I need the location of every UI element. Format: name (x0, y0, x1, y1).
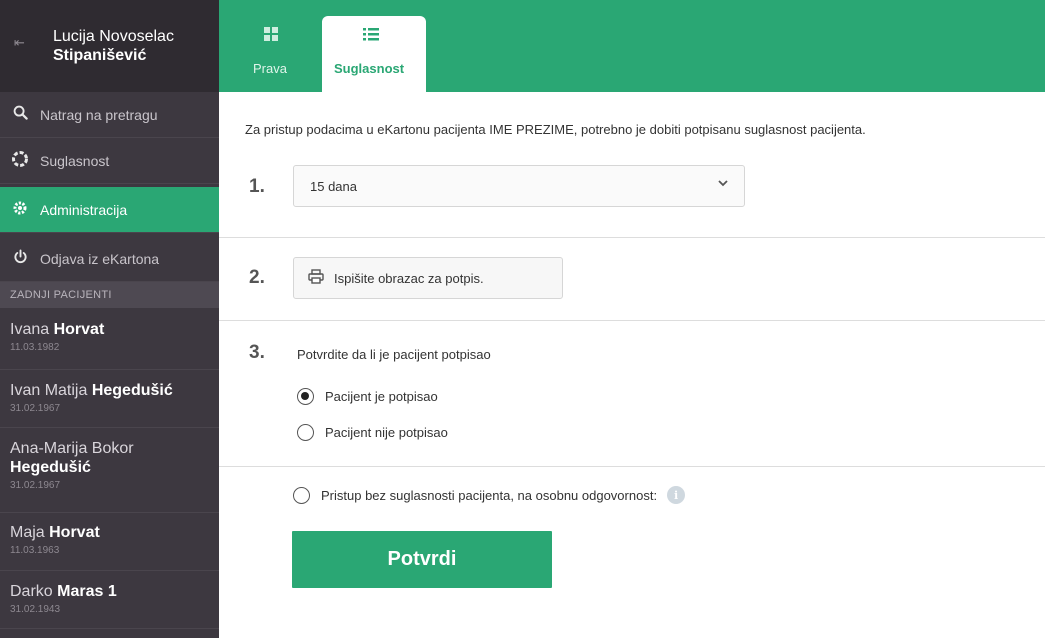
radio-patient-not-signed[interactable]: Pacijent nije potpisao (297, 424, 448, 441)
radio-button[interactable] (297, 388, 314, 405)
divider (219, 466, 1045, 467)
sidebar-header: ⇤ Lucija Novoselac Stipanišević (0, 0, 219, 92)
recent-patient-item[interactable]: Ivana Horvat 11.03.1982 (0, 310, 219, 370)
collapse-sidebar-icon[interactable]: ⇤ (14, 36, 25, 51)
radio-button[interactable] (297, 424, 314, 441)
duration-select[interactable]: 15 dana (293, 165, 745, 207)
radio-button[interactable] (293, 486, 310, 504)
print-form-label: Ispišite obrazac za potpis. (334, 270, 484, 286)
tab-label: Prava (253, 61, 287, 76)
print-form-button[interactable]: Ispišite obrazac za potpis. (293, 257, 563, 299)
printer-icon (308, 268, 324, 288)
menu-item-back-to-search[interactable]: Natrag na pretragu (0, 92, 219, 138)
recent-patients-title: ZADNJI PACIJENTI (0, 282, 219, 308)
radio-access-without-consent[interactable]: Pristup bez suglasnosti pacijenta, na os… (293, 486, 686, 504)
user-first-name: Lucija Novoselac (53, 28, 174, 45)
recent-patient-item[interactable]: Ana-Marija Bokor Hegedušić 31.02.1967 (0, 428, 219, 513)
radio-patient-signed[interactable]: Pacijent je potpisao (297, 388, 438, 405)
patient-birthdate: 31.02.1967 (10, 403, 61, 414)
patient-name: Ivan Matija Hegedušić (10, 382, 173, 399)
info-icon[interactable]: i (667, 486, 686, 504)
menu-item-logout[interactable]: Odjava iz eKartona (0, 236, 219, 282)
patient-birthdate: 31.02.1943 (10, 604, 61, 615)
patient-name: Maja Horvat (10, 524, 100, 541)
patient-name: Ivana Horvat (10, 321, 105, 338)
chevron-down-icon (718, 178, 728, 190)
signed-question: Potvrdite da li je pacijent potpisao (297, 347, 491, 362)
recent-patient-item[interactable]: Ivan Matija Hegedušić 31.02.1967 (0, 370, 219, 428)
menu-item-label: Natrag na pretragu (40, 106, 158, 123)
tab-label: Suglasnost (334, 61, 405, 76)
step-number: 3. (249, 342, 265, 363)
user-last-name: Stipanišević (53, 47, 147, 64)
duration-select-value: 15 dana (310, 178, 357, 194)
menu-item-administration[interactable]: Administracija (0, 187, 219, 233)
step-number: 2. (249, 267, 265, 288)
recent-patient-item[interactable]: Maja Horvat 11.03.1963 (0, 513, 219, 571)
app-root: ⇤ Lucija Novoselac Stipanišević Natrag n… (0, 0, 1045, 638)
tab-prava[interactable]: Prava (233, 16, 313, 92)
menu-item-label: Administracija (40, 201, 128, 218)
menu-item-label: Suglasnost (40, 152, 110, 169)
menu-item-consent[interactable]: Suglasnost (0, 138, 219, 184)
grid-icon (263, 26, 279, 47)
radio-label: Pacijent je potpisao (325, 389, 438, 404)
consent-icon (0, 150, 40, 171)
list-icon (362, 26, 380, 47)
top-bar: Prava Suglasnost (219, 0, 1045, 92)
confirm-button[interactable]: Potvrdi (292, 531, 552, 588)
divider (219, 320, 1045, 321)
tab-suglasnost[interactable]: Suglasnost (322, 16, 426, 92)
consent-intro-text: Za pristup podacima u eKartonu pacijenta… (245, 122, 866, 137)
patient-name: Ana-Marija Bokor Hegedušić (10, 440, 134, 476)
gear-icon (0, 200, 40, 220)
sidebar: ⇤ Lucija Novoselac Stipanišević Natrag n… (0, 0, 219, 638)
patient-name: Darko Maras 1 (10, 583, 117, 600)
radio-label: Pacijent nije potpisao (325, 425, 448, 440)
search-icon (0, 105, 40, 124)
recent-patient-item[interactable]: Darko Maras 1 31.02.1943 (0, 571, 219, 629)
step-number: 1. (249, 176, 265, 197)
radio-label: Pristup bez suglasnosti pacijenta, na os… (321, 487, 658, 503)
divider (219, 237, 1045, 238)
patient-birthdate: 31.02.1967 (10, 480, 61, 491)
power-icon (0, 249, 40, 268)
patient-birthdate: 11.03.1963 (10, 545, 60, 556)
menu-item-label: Odjava iz eKartona (40, 250, 160, 267)
patient-birthdate: 11.03.1982 (10, 342, 60, 353)
